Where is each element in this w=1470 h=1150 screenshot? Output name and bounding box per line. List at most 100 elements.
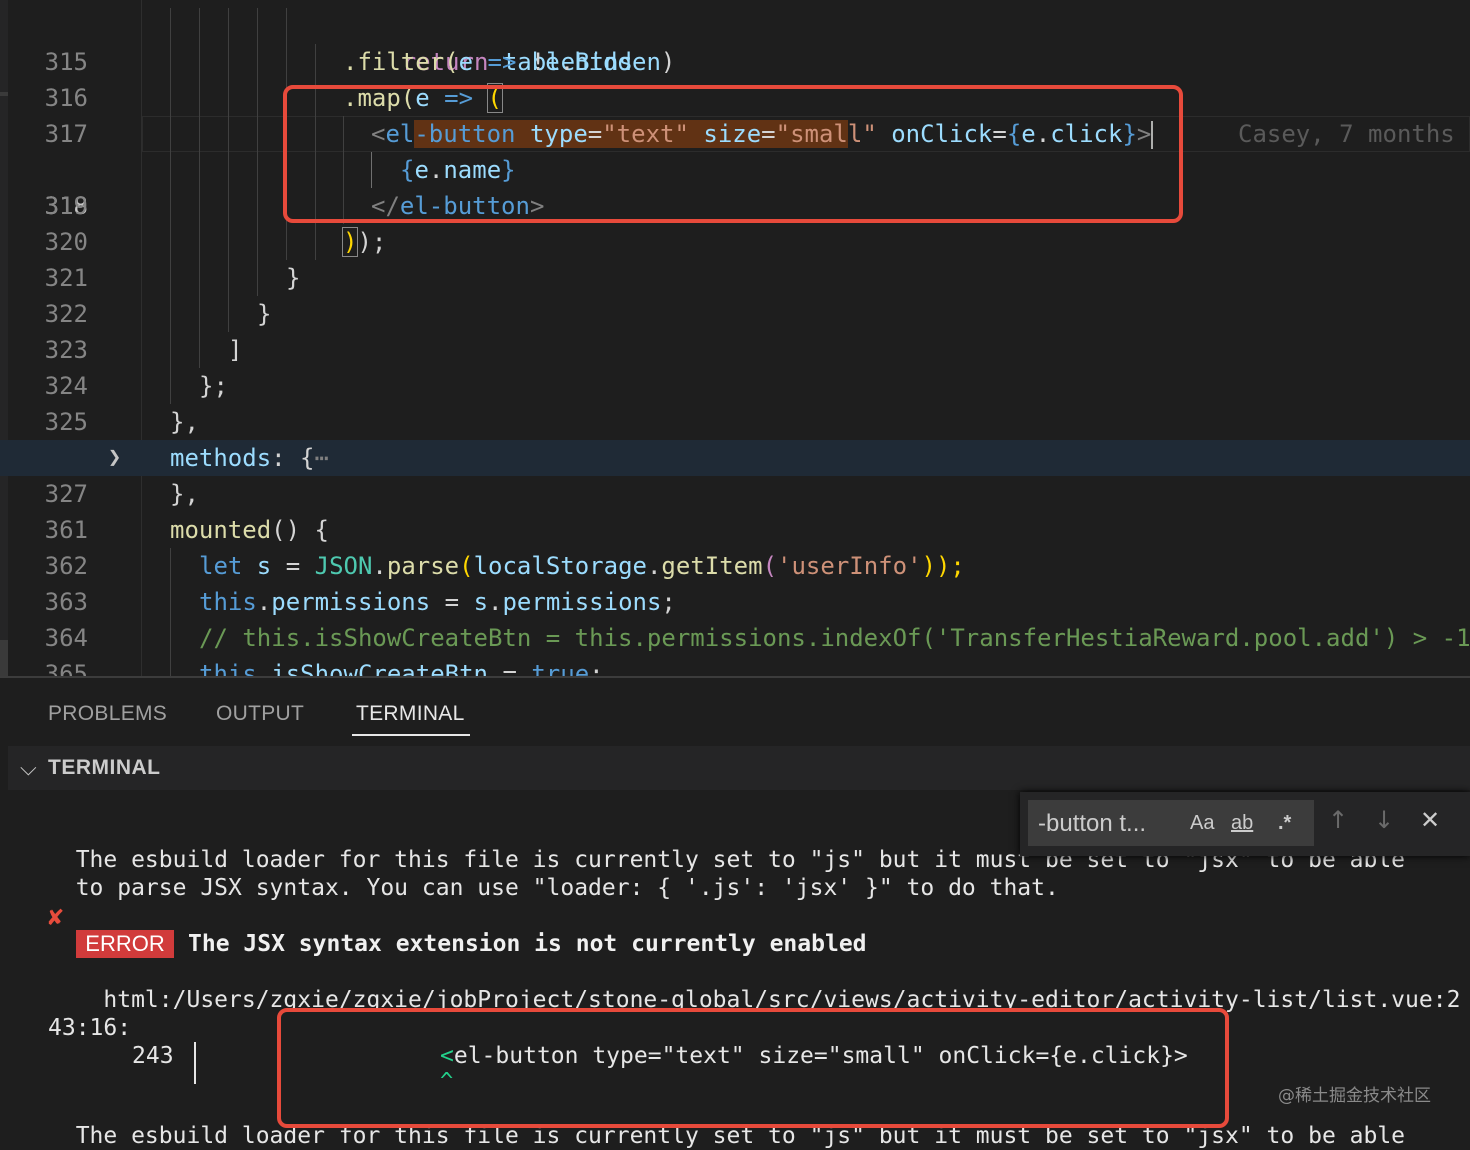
- code-line[interactable]: 326 },: [0, 404, 1470, 472]
- code-token: =>: [429, 84, 488, 112]
- terminal-code-line: <el-button type="text" size="small" onCl…: [440, 1043, 1188, 1069]
- code-token: mounted: [170, 516, 272, 544]
- code-token: e: [415, 84, 430, 112]
- code-token: <: [371, 120, 386, 148]
- code-line[interactable]: 317 .map(e => (: [0, 80, 1470, 148]
- code-token: .: [1035, 120, 1051, 148]
- code-line[interactable]: 363 let s = JSON.parse(localStorage.getI…: [0, 548, 1470, 616]
- terminal-path-line: 43:16:: [48, 1015, 132, 1041]
- folded-ellipsis[interactable]: ⋯: [315, 444, 329, 472]
- find-input[interactable]: -button t... Aa ab .*: [1028, 800, 1314, 846]
- code-line[interactable]: 316 .filter(e => !e.hidden): [0, 44, 1470, 112]
- search-match: =: [587, 120, 603, 148]
- terminal-line: to parse JSX syntax. You can use "loader…: [48, 875, 1059, 901]
- code-token: ): [341, 227, 359, 257]
- code-token: s: [473, 588, 489, 616]
- code-token: };: [199, 372, 228, 400]
- code-token: =>: [473, 48, 531, 76]
- code-comment: // this.isShowCreateBtn = this.permissio…: [199, 624, 1470, 652]
- tab-problems[interactable]: PROBLEMS: [48, 702, 167, 726]
- code-token: ): [660, 48, 676, 76]
- terminal-find-widget: -button t... Aa ab .* ↑ ↓ ✕: [1020, 792, 1470, 856]
- code-line[interactable]: 366 this.isShowCreateBtn = true;: [0, 656, 1470, 676]
- code-token: }: [1122, 120, 1137, 148]
- code-line[interactable]: 324 ]: [0, 332, 1470, 400]
- whole-word-toggle[interactable]: ab: [1231, 812, 1253, 835]
- code-line[interactable]: 362 mounted() {: [0, 512, 1470, 580]
- code-token: 'userInfo': [777, 552, 922, 580]
- code-token: .map(: [343, 84, 416, 112]
- code-token: l": [847, 120, 877, 148]
- code-token: parse: [386, 552, 460, 580]
- arrow-down-icon[interactable]: ↓: [1374, 806, 1394, 834]
- close-icon[interactable]: ✕: [1420, 806, 1440, 834]
- git-blame-annotation: Casey, 7 months: [1238, 120, 1455, 148]
- code-token: methods: [170, 444, 272, 472]
- panel-tabs: PROBLEMS OUTPUT TERMINAL: [0, 678, 1470, 744]
- chevron-down-icon[interactable]: ⌵: [20, 756, 37, 781]
- search-match: "text": [602, 120, 689, 148]
- code-line[interactable]: 364 this.permissions = s.permissions;: [0, 584, 1470, 652]
- code-token: permissions: [502, 588, 662, 616]
- find-query: -button t...: [1038, 810, 1147, 837]
- watermark: @稀土掘金技术社区: [1278, 1086, 1431, 1106]
- code-token: true: [531, 660, 590, 676]
- code-token: e: [414, 156, 429, 184]
- code-line[interactable]: 325 };: [0, 368, 1470, 436]
- code-token: : {: [271, 444, 315, 472]
- code-line-folded[interactable]: 327 ❯ methods: {⋯: [0, 440, 1470, 508]
- code-token: permissions: [271, 588, 431, 616]
- code-token: =: [992, 120, 1007, 148]
- match-case-toggle[interactable]: Aa: [1190, 812, 1214, 835]
- chevron-right-icon[interactable]: ❯: [108, 440, 121, 476]
- code-token: </: [371, 192, 400, 220]
- code-token: this: [199, 660, 257, 676]
- code-token: .filter(: [343, 48, 459, 76]
- code-token: {: [300, 516, 329, 544]
- code-token: .: [646, 552, 662, 580]
- code-token: {: [1006, 120, 1022, 148]
- text-cursor: [1151, 121, 1154, 149]
- code-token: .: [372, 552, 387, 580]
- regex-toggle[interactable]: .*: [1278, 812, 1291, 835]
- code-line[interactable]: 315 return tableBtns: [0, 8, 1470, 76]
- search-match: type: [515, 120, 588, 148]
- code-token: let: [199, 552, 243, 580]
- active-tab-indicator: [352, 734, 470, 736]
- code-line-current[interactable]: 318 <el-button type="text" size="small" …: [0, 116, 1470, 220]
- code-token: e: [545, 48, 560, 76]
- terminal-line-number: 243: [132, 1043, 174, 1069]
- code-token: getItem: [661, 552, 763, 580]
- code-token: .: [559, 48, 575, 76]
- code-token: ]: [228, 336, 243, 364]
- code-token: >: [1136, 120, 1152, 148]
- code-line[interactable]: 320 </el-button>: [0, 188, 1470, 256]
- code-line[interactable]: 323 }: [0, 296, 1470, 364]
- search-match: "smal: [775, 120, 848, 148]
- code-line[interactable]: 322 }: [0, 260, 1470, 328]
- terminal-line: The esbuild loader for this file is curr…: [48, 1123, 1406, 1149]
- code-line[interactable]: 319 {e.name}: [0, 152, 1470, 220]
- code-token: ;: [589, 660, 604, 676]
- terminal-path-line[interactable]: html:/Users/zgxie/zgxie/jobProject/stone…: [48, 986, 1460, 1014]
- code-token: }: [257, 300, 272, 328]
- search-match: size: [688, 120, 762, 148]
- error-x-icon: ✘: [46, 906, 65, 931]
- code-line[interactable]: 361 },: [0, 476, 1470, 544]
- code-token: =: [430, 588, 474, 616]
- code-editor[interactable]: 315 return tableBtns 316 .filter(e => !e…: [0, 0, 1470, 676]
- arrow-up-icon[interactable]: ↑: [1328, 806, 1348, 834]
- code-token: name: [443, 156, 502, 184]
- code-token: .: [256, 660, 272, 676]
- tab-output[interactable]: OUTPUT: [216, 702, 304, 726]
- tab-terminal[interactable]: TERMINAL: [356, 702, 465, 726]
- code-token: .: [428, 156, 444, 184]
- terminal-section-header[interactable]: ⌵ TERMINAL: [8, 746, 1470, 790]
- code-line[interactable]: 365 // this.isShowCreateBtn = this.permi…: [0, 620, 1470, 676]
- code-line[interactable]: 321 ));: [0, 224, 1470, 292]
- code-token: =: [488, 660, 532, 676]
- code-token: hidden: [574, 48, 661, 76]
- code-token: !: [530, 48, 546, 76]
- code-token: e: [458, 48, 474, 76]
- terminal-section-title: TERMINAL: [48, 756, 161, 779]
